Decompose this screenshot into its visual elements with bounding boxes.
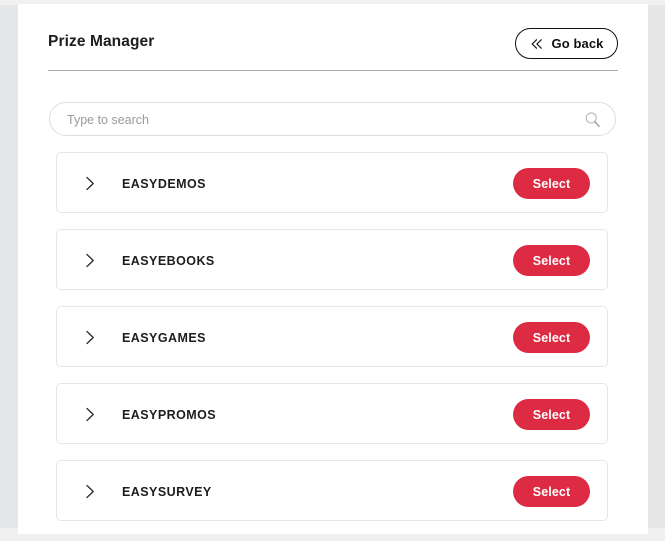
search-input[interactable] <box>65 103 579 137</box>
select-button[interactable]: Select <box>513 245 590 276</box>
content-panel: Prize Manager Go back EASYDEMOS S <box>18 4 648 534</box>
list-item[interactable]: EASYPROMOS Select <box>56 383 608 444</box>
page-title: Prize Manager <box>48 33 155 50</box>
go-back-label: Go back <box>551 36 604 51</box>
search-icon[interactable] <box>584 111 601 128</box>
chevron-right-icon <box>86 330 94 345</box>
double-chevron-left-icon <box>531 38 542 49</box>
list-item-label: EASYEBOOKS <box>122 253 215 268</box>
list-item[interactable]: EASYSURVEY Select <box>56 460 608 521</box>
list-item[interactable]: EASYGAMES Select <box>56 306 608 367</box>
chevron-right-icon <box>86 484 94 499</box>
select-button[interactable]: Select <box>513 399 590 430</box>
select-button[interactable]: Select <box>513 168 590 199</box>
select-button[interactable]: Select <box>513 476 590 507</box>
chevron-right-icon <box>86 407 94 422</box>
go-back-button[interactable]: Go back <box>515 28 618 59</box>
prize-list: EASYDEMOS Select EASYEBOOKS Select EASYG… <box>56 152 608 534</box>
select-button[interactable]: Select <box>513 322 590 353</box>
chevron-right-icon <box>86 253 94 268</box>
list-item[interactable]: EASYDEMOS Select <box>56 152 608 213</box>
list-item-label: EASYPROMOS <box>122 407 217 422</box>
list-item-label: EASYSURVEY <box>122 484 212 499</box>
page-header: Prize Manager Go back <box>48 28 618 72</box>
search-field[interactable] <box>49 102 616 137</box>
list-item[interactable]: EASYEBOOKS Select <box>56 229 608 290</box>
list-item-label: EASYDEMOS <box>122 176 206 191</box>
app-viewport: Prize Manager Go back EASYDEMOS S <box>0 0 665 541</box>
chevron-right-icon <box>86 176 94 191</box>
list-item-label: EASYGAMES <box>122 330 206 345</box>
header-divider <box>48 70 618 71</box>
